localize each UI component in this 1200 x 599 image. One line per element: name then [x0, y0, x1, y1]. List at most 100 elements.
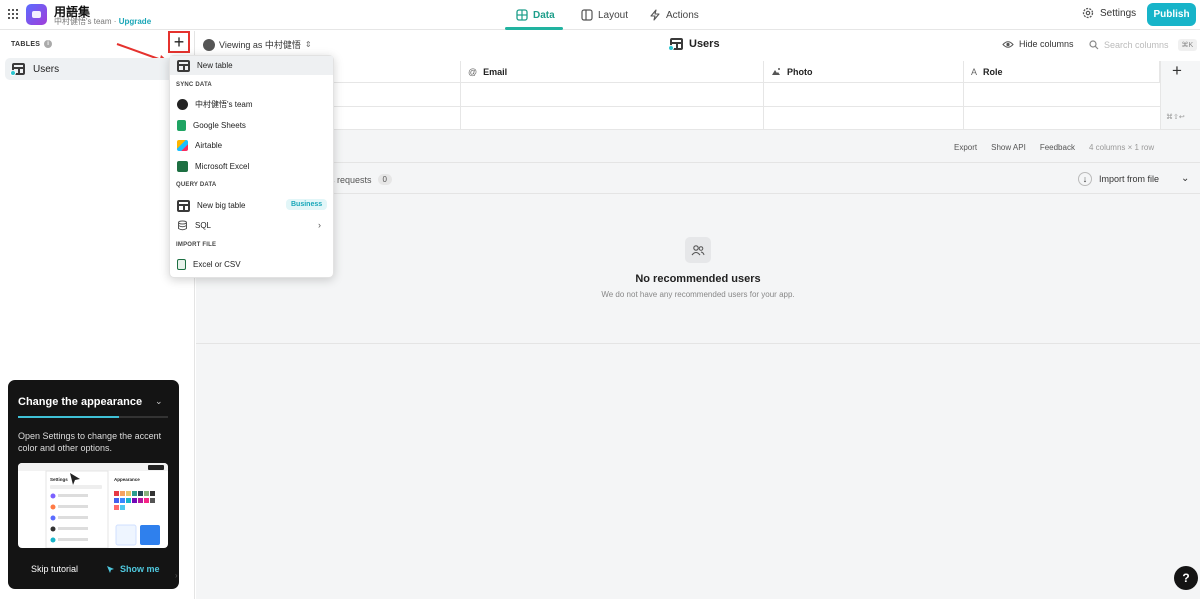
menu-item-label: New table — [197, 61, 233, 70]
settings-button[interactable]: Settings — [1082, 7, 1136, 19]
empty-state-subtitle: We do not have any recommended users for… — [601, 290, 795, 299]
skip-tutorial-button[interactable]: Skip tutorial — [31, 564, 78, 574]
tab-layout[interactable]: Layout — [581, 8, 628, 22]
column-divider — [963, 83, 964, 129]
menu-section-import: IMPORT FILE — [176, 242, 217, 248]
glide-logo-icon — [177, 99, 188, 110]
menu-item-sql[interactable]: SQL — [170, 216, 333, 235]
lightning-icon — [650, 9, 660, 21]
tutorial-body: Open Settings to change the accent color… — [18, 431, 162, 453]
tab-layout-label: Layout — [598, 9, 629, 21]
table-title-label: Users — [689, 38, 720, 50]
google-sheets-icon — [177, 120, 186, 131]
chevron-updown-icon: ⇕ — [304, 40, 312, 49]
database-icon — [178, 220, 187, 231]
column-header-role[interactable]: A Role — [964, 61, 1160, 83]
menu-item-microsoft-excel[interactable]: Microsoft Excel — [170, 157, 333, 176]
menu-item-team[interactable]: 中村健悟's team — [170, 95, 333, 114]
at-icon: @ — [468, 66, 478, 77]
table-title: Users — [668, 38, 720, 51]
feedback-link[interactable]: Feedback — [1040, 143, 1075, 152]
eye-icon — [1002, 40, 1014, 48]
question-mark-icon: ? — [1182, 571, 1190, 585]
tutorial-progress-bar — [18, 416, 119, 418]
users-icon — [685, 237, 711, 263]
sidebar-item-users[interactable]: Users — [5, 58, 191, 80]
publish-button[interactable]: Publish — [1147, 3, 1196, 26]
hide-columns-label: Hide columns — [1019, 39, 1074, 49]
chevron-right-icon: › — [318, 220, 321, 230]
viewing-as-label: Viewing as 中村健悟 — [219, 40, 301, 50]
table-footer: Export Show API Feedback 4 columns × 1 r… — [954, 143, 1154, 152]
show-api-link[interactable]: Show API — [991, 143, 1026, 152]
menu-item-label: Excel or CSV — [193, 260, 241, 269]
menu-item-airtable[interactable]: Airtable — [170, 136, 333, 155]
chevron-down-icon[interactable]: ⌄ — [1181, 173, 1189, 184]
tables-heading-label: TABLES — [11, 40, 41, 48]
tab-data[interactable]: Data — [516, 8, 555, 22]
menu-section-sync: SYNC DATA — [176, 82, 212, 88]
menu-item-excel-csv[interactable]: Excel or CSV — [170, 255, 333, 274]
image-icon — [772, 68, 780, 75]
preview-appearance-title: Appearance — [114, 477, 140, 482]
chevron-right-icon[interactable]: › — [175, 571, 178, 580]
export-link[interactable]: Export — [954, 143, 977, 152]
menu-item-new-table[interactable]: New table — [170, 56, 333, 75]
add-row-shortcut-hint: ⌘⇧↩ — [1166, 114, 1185, 121]
layout-icon — [581, 9, 593, 21]
tab-data-label: Data — [533, 9, 555, 21]
tables-heading: TABLES i — [11, 40, 53, 48]
panel-divider — [196, 193, 1200, 194]
column-label: Photo — [787, 66, 813, 77]
search-columns-input[interactable]: Search columns ⌘K — [1089, 39, 1198, 51]
table-icon — [10, 63, 25, 76]
viewing-as-selector[interactable]: Viewing as 中村健悟 ⇕ — [203, 38, 312, 51]
airtable-icon — [177, 140, 188, 151]
tutorial-title: Change the appearance — [18, 396, 143, 408]
excel-icon — [177, 161, 188, 172]
table-icon — [668, 38, 683, 51]
empty-state-title: No recommended users — [635, 273, 761, 285]
chevron-down-icon[interactable]: ⌄ — [155, 396, 163, 407]
menu-item-label: Google Sheets — [193, 121, 246, 130]
team-name: 中村健悟's team — [54, 17, 112, 26]
menu-item-label: 中村健悟's team — [195, 100, 253, 109]
search-shortcut: ⌘K — [1177, 39, 1198, 51]
column-divider — [460, 83, 461, 129]
import-from-file-button[interactable]: ↓ Import from file — [1078, 172, 1159, 186]
app-icon[interactable] — [26, 4, 47, 25]
column-header-email[interactable]: @ Email — [461, 61, 764, 83]
team-separator: · — [113, 17, 117, 26]
menu-section-query: QUERY DATA — [176, 182, 217, 188]
cursor-icon — [107, 565, 114, 573]
menu-item-google-sheets[interactable]: Google Sheets — [170, 116, 333, 135]
requests-tab[interactable]: s requests 0 — [330, 174, 392, 185]
add-column-button[interactable]: + — [1172, 61, 1182, 81]
csv-file-icon — [177, 259, 186, 270]
active-tab-indicator — [505, 27, 563, 30]
info-icon[interactable]: i — [44, 40, 53, 48]
search-icon — [1089, 40, 1099, 50]
requests-label: s requests — [330, 174, 372, 185]
column-header-photo[interactable]: Photo — [764, 61, 964, 83]
menu-item-label: SQL — [195, 221, 212, 230]
column-label: Role — [983, 66, 1003, 77]
help-button[interactable]: ? — [1174, 566, 1198, 590]
text-type-icon: A — [971, 66, 978, 77]
gear-icon — [1082, 7, 1094, 19]
plus-icon: + — [173, 31, 185, 52]
show-me-button[interactable]: Show me — [106, 564, 160, 574]
tab-actions[interactable]: Actions — [649, 8, 699, 22]
apps-grid-icon[interactable] — [8, 9, 18, 19]
table-row-divider — [196, 106, 1160, 107]
menu-item-label: Microsoft Excel — [195, 162, 250, 171]
upgrade-link[interactable]: Upgrade — [119, 17, 151, 26]
hide-columns-button[interactable]: Hide columns — [1002, 39, 1074, 49]
avatar — [203, 38, 215, 51]
sidebar-item-label: Users — [33, 63, 60, 75]
import-label: Import from file — [1099, 174, 1160, 184]
table-grid-icon — [516, 9, 528, 21]
tutorial-preview-image: Settings Appearance — [18, 463, 168, 548]
table-icon — [177, 59, 190, 72]
menu-item-label: Airtable — [195, 141, 223, 150]
